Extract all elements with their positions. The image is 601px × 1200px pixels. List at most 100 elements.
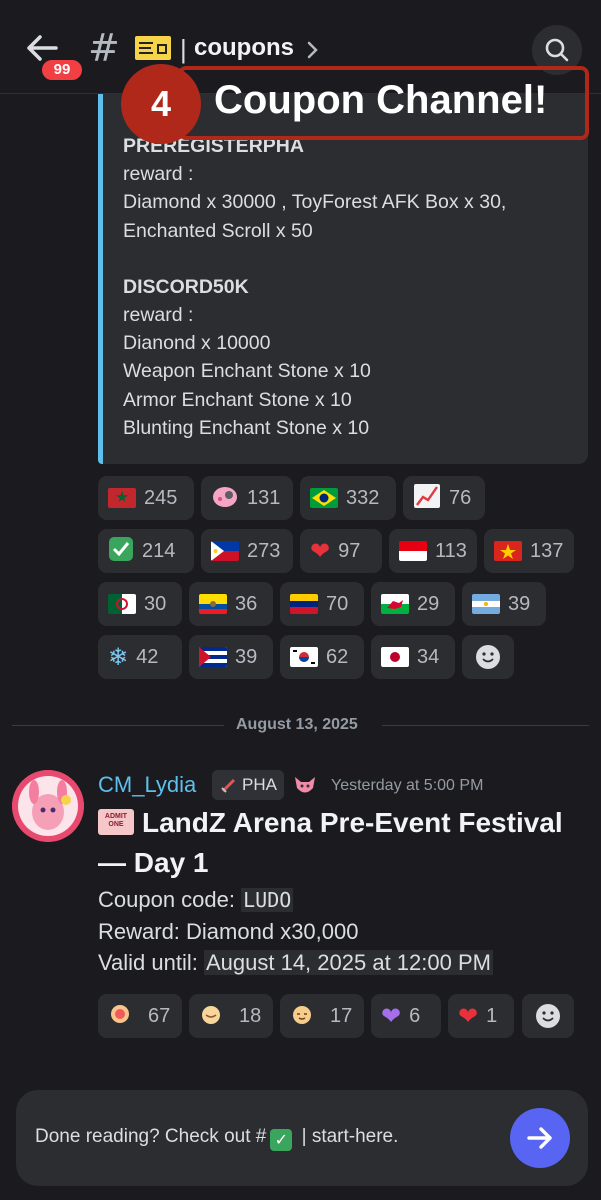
avatar[interactable] <box>12 770 84 842</box>
check-mark-icon <box>108 536 134 566</box>
reaction-flag-philippines[interactable]: 273 <box>201 529 293 573</box>
flag-brazil-icon <box>310 488 338 508</box>
embed-code-2: DISCORD50K <box>123 275 249 298</box>
flag-south-korea-icon <box>290 647 318 667</box>
character-face-icon <box>290 1002 314 1030</box>
reaction-count: 42 <box>136 645 159 668</box>
flag-argentina-icon <box>472 594 500 614</box>
reaction-pink-blob[interactable]: 131 <box>201 476 293 520</box>
reaction-count: 39 <box>508 592 531 615</box>
embed-reward-2-line: Dianond x 10000 <box>123 332 271 355</box>
chart-increasing-icon <box>413 483 441 513</box>
concert-ticket-icon <box>135 36 171 60</box>
reaction-flag-indonesia[interactable]: 113 <box>389 529 477 573</box>
embed-reward-label-2: reward : <box>123 304 194 327</box>
flag-ecuador-icon <box>199 594 227 614</box>
embed-content: PREREGISTERPHA reward : Diamond x 30000 … <box>123 132 506 442</box>
date-divider: August 13, 2025 <box>12 714 589 736</box>
reaction-count: 17 <box>330 1004 353 1027</box>
embed-reward-2-line: Armor Enchant Stone x 10 <box>123 388 352 411</box>
reaction-count: 113 <box>435 539 467 562</box>
search-icon <box>545 38 569 62</box>
reaction-face-1[interactable]: 67 <box>98 994 182 1038</box>
channel-name[interactable]: coupons <box>194 34 294 62</box>
reaction-flag-venezuela[interactable]: 70 <box>280 582 364 626</box>
coupon-code[interactable]: LUDO <box>241 888 294 912</box>
reaction-red-heart[interactable]: ❤ 97 <box>300 529 382 573</box>
add-reaction-button[interactable] <box>522 994 574 1038</box>
reaction-count: 97 <box>338 539 361 562</box>
message-body: Coupon code: LUDO Reward: Diamond x30,00… <box>98 884 493 978</box>
reaction-count: 332 <box>346 486 380 509</box>
character-face-icon <box>199 1002 223 1030</box>
pink-blob-icon <box>211 484 239 512</box>
reaction-count: 62 <box>326 645 349 668</box>
reaction-snowflake[interactable]: ❄ 42 <box>98 635 182 679</box>
reaction-purple-heart[interactable]: ❤ 6 <box>371 994 441 1038</box>
reaction-count: 6 <box>409 1004 421 1027</box>
reaction-flag-ecuador[interactable]: 36 <box>189 582 273 626</box>
flag-algeria-icon <box>108 594 136 614</box>
reaction-flag-japan[interactable]: 34 <box>371 635 455 679</box>
reaction-flag-brazil[interactable]: 332 <box>300 476 396 520</box>
arrow-right-icon <box>527 1127 552 1149</box>
reaction-count: 30 <box>144 592 167 615</box>
reaction-red-heart[interactable]: ❤ 1 <box>448 994 514 1038</box>
reaction-count: 70 <box>326 592 349 615</box>
message-title: ADMIT ONE LandZ Arena Pre-Event Festival … <box>98 803 578 883</box>
reaction-check-mark[interactable]: 214 <box>98 529 194 573</box>
sword-icon <box>221 778 236 793</box>
username[interactable]: CM_Lydia <box>98 772 196 798</box>
flag-philippines-icon <box>211 541 239 561</box>
embed-reward-label-1: reward : <box>123 163 194 186</box>
read-only-banner: Done reading? Check out # ✓ | start-here. <box>16 1090 588 1186</box>
red-heart-icon: ❤ <box>310 537 331 565</box>
embed-reward-1-line-2: Enchanted Scroll x 50 <box>123 219 313 242</box>
annotation-text: Coupon Channel! <box>214 78 548 122</box>
reaction-flag-algeria[interactable]: 30 <box>98 582 182 626</box>
banner-text: Done reading? Check out # ✓ | start-here. <box>35 1126 399 1151</box>
annotation-number: 4 <box>121 64 201 144</box>
flag-morocco-icon <box>108 488 136 508</box>
reaction-count: 137 <box>530 539 564 562</box>
add-reaction-icon <box>476 645 500 669</box>
add-reaction-icon <box>536 1004 560 1028</box>
channel-separator: | <box>180 34 187 64</box>
add-reaction-button[interactable] <box>462 635 514 679</box>
start-here-link[interactable]: | start-here. <box>296 1126 399 1147</box>
reaction-count: 245 <box>144 486 178 509</box>
valid-date: August 14, 2025 at 12:00 PM <box>203 950 493 975</box>
reaction-count: 214 <box>142 539 176 562</box>
purple-heart-icon: ❤ <box>381 1002 402 1030</box>
flag-vietnam-icon <box>494 541 522 561</box>
reaction-flag-south-korea[interactable]: 62 <box>280 635 364 679</box>
reaction-count: 131 <box>247 486 281 509</box>
reaction-face-3[interactable]: 17 <box>280 994 364 1038</box>
hash-icon: # <box>88 26 120 70</box>
flag-indonesia-icon <box>399 541 427 561</box>
reaction-count: 39 <box>235 645 258 668</box>
embed-reward-2-line: Blunting Enchant Stone x 10 <box>123 416 370 439</box>
reaction-flag-morocco[interactable]: 245 <box>98 476 194 520</box>
reaction-face-2[interactable]: 18 <box>189 994 273 1038</box>
reaction-flag-wales[interactable]: 29 <box>371 582 455 626</box>
reaction-flag-cuba[interactable]: 39 <box>189 635 273 679</box>
flag-wales-icon <box>381 594 409 614</box>
embed-reward-1-line-1: Diamond x 30000 , ToyForest AFK Box x 30… <box>123 191 507 214</box>
admit-one-ticket-icon: ADMIT ONE <box>98 809 134 835</box>
go-button[interactable] <box>510 1108 570 1168</box>
chevron-right-icon[interactable] <box>306 40 320 60</box>
coupon-line: Coupon code: LUDO <box>98 887 294 912</box>
reward-line: Reward: Diamond x30,000 <box>98 919 359 944</box>
reaction-flag-argentina[interactable]: 39 <box>462 582 546 626</box>
reaction-chart-increasing[interactable]: 76 <box>403 476 485 520</box>
reaction-count: 273 <box>247 539 281 562</box>
reaction-count: 34 <box>417 645 440 668</box>
role-tag-label: PHA <box>242 775 277 794</box>
check-mark-icon[interactable]: ✓ <box>270 1129 293 1151</box>
reaction-count: 18 <box>239 1004 262 1027</box>
unread-badge: 99 <box>39 57 85 83</box>
character-face-icon <box>108 1002 132 1030</box>
reaction-flag-vietnam[interactable]: 137 <box>484 529 574 573</box>
role-tag: PHA <box>212 770 284 800</box>
